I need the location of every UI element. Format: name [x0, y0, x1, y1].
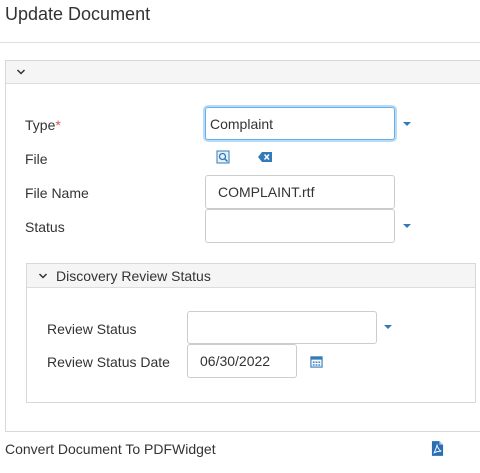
- document-panel: Type* Complaint File File Name COMPLAINT…: [5, 60, 480, 432]
- convert-pdf-label: Convert Document To PDFWidget: [5, 441, 216, 457]
- required-mark: *: [55, 117, 61, 133]
- panel-header[interactable]: [6, 61, 480, 84]
- chevron-down-icon[interactable]: [14, 65, 28, 79]
- review-status-date-label: Review Status Date: [47, 354, 170, 370]
- page-title: Update Document: [5, 4, 151, 24]
- type-label-text: Type: [25, 117, 56, 133]
- review-status-label: Review Status: [47, 321, 137, 337]
- review-status-date-field[interactable]: 06/30/2022: [187, 344, 297, 378]
- pdf-icon[interactable]: [430, 440, 444, 456]
- file-name-field[interactable]: COMPLAINT.rtf: [205, 175, 395, 209]
- type-select[interactable]: Complaint: [205, 107, 395, 140]
- review-status-date-value: 06/30/2022: [200, 353, 271, 369]
- discovery-review-title: Discovery Review Status: [56, 268, 211, 284]
- caret-down-icon[interactable]: [402, 120, 412, 128]
- backspace-icon[interactable]: [257, 149, 273, 165]
- status-select[interactable]: [205, 209, 395, 243]
- file-name-label: File Name: [25, 185, 89, 201]
- file-name-value: COMPLAINT.rtf: [218, 184, 315, 200]
- title-divider: [0, 42, 480, 43]
- caret-down-icon[interactable]: [383, 323, 393, 331]
- calendar-icon[interactable]: [308, 353, 324, 369]
- file-search-icon[interactable]: [215, 149, 231, 165]
- file-label: File: [25, 151, 48, 167]
- review-status-select[interactable]: [187, 311, 377, 344]
- discovery-review-panel: Discovery Review Status Review Status Re…: [26, 263, 476, 403]
- type-label: Type*: [25, 117, 61, 133]
- type-select-value: Complaint: [210, 115, 274, 132]
- caret-down-icon[interactable]: [402, 222, 412, 230]
- chevron-down-icon[interactable]: [36, 269, 50, 283]
- discovery-review-header[interactable]: Discovery Review Status: [27, 264, 475, 288]
- status-label: Status: [25, 219, 65, 235]
